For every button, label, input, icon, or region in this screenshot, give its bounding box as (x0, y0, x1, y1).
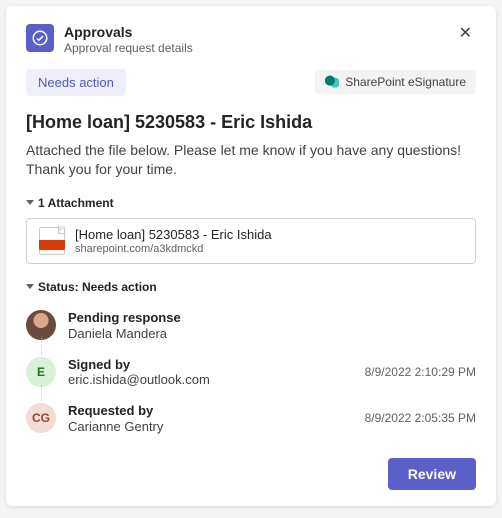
caret-down-icon (26, 284, 34, 289)
step-time: 8/9/2022 2:10:29 PM (365, 365, 476, 379)
approvals-app-icon (26, 24, 54, 52)
status-badge: Needs action (26, 69, 126, 96)
avatar (26, 310, 56, 340)
close-icon: ✕ (459, 25, 472, 42)
approvals-dialog: Approvals Approval request details ✕ Nee… (6, 6, 496, 506)
attachments-heading[interactable]: 1 Attachment (26, 196, 476, 210)
dialog-footer: Review (26, 450, 476, 490)
step-time: 8/9/2022 2:05:35 PM (365, 411, 476, 425)
timeline-step: E Signed by eric.ishida@outlook.com 8/9/… (26, 351, 476, 398)
step-label: Pending response (68, 310, 464, 326)
attachment-name: [Home loan] 5230583 - Eric Ishida (75, 227, 272, 243)
request-body: Attached the file below. Please let me k… (26, 141, 476, 180)
provider-badge: SharePoint eSignature (315, 70, 476, 94)
file-icon (39, 227, 65, 255)
sharepoint-icon (325, 75, 339, 89)
timeline-step: Pending response Daniela Mandera (26, 304, 476, 351)
dialog-subtitle: Approval request details (64, 41, 445, 55)
avatar: E (26, 357, 56, 387)
step-label: Requested by (68, 403, 353, 419)
dialog-header: Approvals Approval request details ✕ (26, 24, 476, 55)
step-who: eric.ishida@outlook.com (68, 372, 353, 387)
close-button[interactable]: ✕ (455, 24, 476, 44)
review-button[interactable]: Review (388, 458, 476, 490)
attachment-url: sharepoint.com/a3kdmckd (75, 243, 272, 255)
badge-row: Needs action SharePoint eSignature (26, 69, 476, 96)
step-who: Daniela Mandera (68, 326, 464, 341)
caret-down-icon (26, 200, 34, 205)
timeline-step: CG Requested by Carianne Gentry 8/9/2022… (26, 397, 476, 444)
provider-label: SharePoint eSignature (345, 75, 466, 89)
step-who: Carianne Gentry (68, 419, 353, 434)
step-label: Signed by (68, 357, 353, 373)
status-heading[interactable]: Status: Needs action (26, 280, 476, 294)
dialog-title: Approvals (64, 24, 445, 41)
status-timeline: Pending response Daniela Mandera E Signe… (26, 304, 476, 444)
avatar: CG (26, 403, 56, 433)
attachment-item[interactable]: [Home loan] 5230583 - Eric Ishida sharep… (26, 218, 476, 264)
request-title: [Home loan] 5230583 - Eric Ishida (26, 112, 476, 133)
